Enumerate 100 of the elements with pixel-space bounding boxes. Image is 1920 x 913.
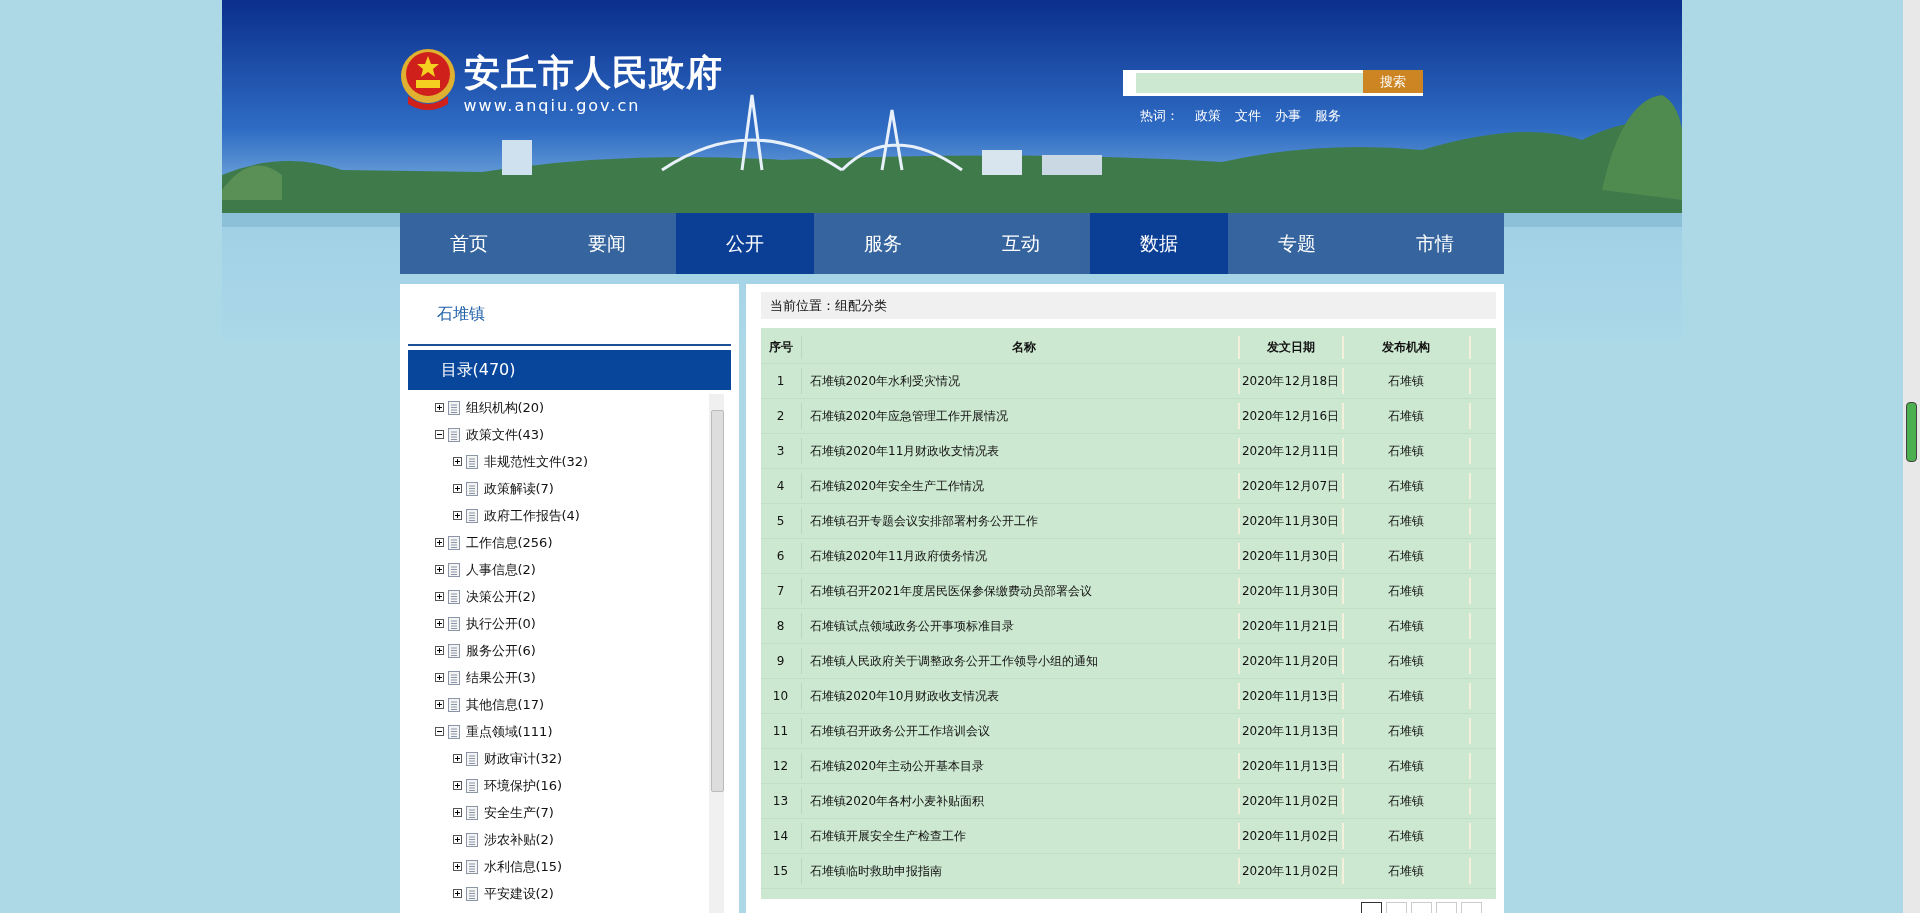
catalog-header: 目录(470) (407, 350, 731, 390)
table-cell: 9 (760, 648, 802, 674)
table-cell: 5 (760, 508, 802, 534)
tree-item[interactable]: 组织机构(20) (465, 398, 545, 417)
table-cell: 4 (760, 473, 802, 499)
table-cell: 12 (760, 753, 802, 779)
table-cell: 2020年12月11日 (1239, 438, 1344, 464)
tree-item[interactable]: 政策文件(43) (465, 425, 545, 444)
nav-item[interactable]: 要闻 (537, 213, 676, 274)
tree-item[interactable]: 决策公开(2) (465, 587, 536, 606)
column-header: 发布机构 (1343, 336, 1471, 359)
tree-item[interactable]: 涉农补贴(2) (483, 830, 554, 849)
tree-item[interactable]: 执行公开(0) (465, 614, 536, 633)
table-cell: 石堆镇 (1343, 753, 1471, 779)
table-link[interactable]: 石堆镇2020年各村小麦补贴面积 (801, 788, 1240, 814)
table-cell: 2020年12月18日 (1239, 368, 1344, 394)
sidebar-title: 石堆镇 (407, 284, 731, 346)
table-cell: 7 (760, 578, 802, 604)
table-link[interactable]: 石堆镇2020年11月政府债务情况 (801, 543, 1240, 569)
tree-item[interactable]: 财政审计(32) (483, 749, 563, 768)
nav-item[interactable]: 服务 (813, 213, 952, 274)
table-cell: 石堆镇 (1343, 473, 1471, 499)
tree-item[interactable]: 工作信息(256) (465, 533, 553, 552)
nav-item[interactable]: 公开 (675, 213, 814, 274)
table-cell: 2020年11月30日 (1239, 543, 1344, 569)
hot-word-link[interactable]: 文件 (1234, 107, 1261, 125)
table-link[interactable]: 石堆镇2020年10月财政收支情况表 (801, 683, 1240, 709)
column-header: 发文日期 (1239, 336, 1344, 359)
table-cell: 2020年11月02日 (1239, 788, 1344, 814)
tree-item[interactable]: 政府工作报告(4) (483, 506, 580, 525)
site-title: 安丘市人民政府 (463, 52, 723, 94)
table-link[interactable]: 石堆镇召开专题会议安排部署村务公开工作 (801, 508, 1240, 534)
table-link[interactable]: 石堆镇人民政府关于调整政务公开工作领导小组的通知 (801, 648, 1240, 674)
tree-item[interactable]: 平安建设(2) (483, 884, 554, 903)
table-cell: 石堆镇 (1343, 578, 1471, 604)
table-cell: 3 (760, 438, 802, 464)
tree-item[interactable]: 人事信息(2) (465, 560, 536, 579)
table-cell: 1 (760, 368, 802, 394)
table-cell: 石堆镇 (1343, 718, 1471, 744)
nav-item[interactable]: 首页 (399, 213, 538, 274)
table-cell: 2020年11月13日 (1239, 718, 1344, 744)
table-link[interactable]: 石堆镇召开2021年度居民医保参保缴费动员部署会议 (801, 578, 1240, 604)
hot-words-label: 热词： (1139, 107, 1179, 125)
table-cell: 石堆镇 (1343, 683, 1471, 709)
column-header: 名称 (801, 336, 1240, 359)
table-cell: 2020年11月13日 (1239, 753, 1344, 779)
table-cell: 2020年12月07日 (1239, 473, 1344, 499)
table-cell: 石堆镇 (1343, 648, 1471, 674)
table-cell: 11 (760, 718, 802, 744)
site-url: www.anqiu.gov.cn (463, 96, 642, 116)
table-cell: 石堆镇 (1343, 438, 1471, 464)
nav-item[interactable]: 市情 (1365, 213, 1504, 274)
nav-item[interactable]: 专题 (1227, 213, 1366, 274)
table-cell: 2020年11月20日 (1239, 648, 1344, 674)
table-cell: 2020年11月30日 (1239, 508, 1344, 534)
table-cell: 6 (760, 543, 802, 569)
table-cell: 2020年11月02日 (1239, 858, 1344, 884)
table-cell: 2020年11月02日 (1239, 823, 1344, 849)
hot-word-link[interactable]: 服务 (1314, 107, 1341, 125)
table-cell: 石堆镇 (1343, 858, 1471, 884)
hot-word-link[interactable]: 办事 (1274, 107, 1301, 125)
column-header: 序号 (760, 336, 802, 359)
table-cell: 石堆镇 (1343, 613, 1471, 639)
table-link[interactable]: 石堆镇2020年安全生产工作情况 (801, 473, 1240, 499)
tree-item[interactable]: 安全生产(7) (483, 803, 554, 822)
table-cell: 15 (760, 858, 802, 884)
table-link[interactable]: 石堆镇召开政务公开工作培训会议 (801, 718, 1240, 744)
tree-item[interactable]: 水利信息(15) (483, 857, 563, 876)
table-cell: 2020年11月30日 (1239, 578, 1344, 604)
table-cell: 2020年11月21日 (1239, 613, 1344, 639)
table-link[interactable]: 石堆镇2020年主动公开基本目录 (801, 753, 1240, 779)
table-cell: 8 (760, 613, 802, 639)
table-cell: 石堆镇 (1343, 508, 1471, 534)
table-cell: 14 (760, 823, 802, 849)
tree-item[interactable]: 结果公开(3) (465, 668, 536, 687)
nav-item[interactable]: 数据 (1089, 213, 1228, 274)
tree-item[interactable]: 服务公开(6) (465, 641, 536, 660)
nav-item[interactable]: 互动 (951, 213, 1090, 274)
tree-item[interactable]: 环境保护(16) (483, 776, 563, 795)
table-cell: 石堆镇 (1343, 543, 1471, 569)
tree-item[interactable]: 政策解读(7) (483, 479, 554, 498)
table-link[interactable]: 石堆镇试点领域政务公开事项标准目录 (801, 613, 1240, 639)
table-cell: 石堆镇 (1343, 788, 1471, 814)
table-cell: 2 (760, 403, 802, 429)
table-link[interactable]: 石堆镇2020年水利受灾情况 (801, 368, 1240, 394)
table-cell: 13 (760, 788, 802, 814)
table-link[interactable]: 石堆镇开展安全生产检查工作 (801, 823, 1240, 849)
hot-word-link[interactable]: 政策 (1194, 107, 1221, 125)
table-link[interactable]: 石堆镇2020年11月财政收支情况表 (801, 438, 1240, 464)
tree-item[interactable]: 非规范性文件(32) (483, 452, 589, 471)
table-cell: 石堆镇 (1343, 368, 1471, 394)
table-cell: 10 (760, 683, 802, 709)
table-link[interactable]: 石堆镇2020年应急管理工作开展情况 (801, 403, 1240, 429)
table-cell: 2020年11月13日 (1239, 683, 1344, 709)
table-cell: 石堆镇 (1343, 823, 1471, 849)
tree-item[interactable]: 重点领域(111) (465, 722, 553, 741)
table-link[interactable]: 石堆镇临时救助申报指南 (801, 858, 1240, 884)
table-cell: 2020年12月16日 (1239, 403, 1344, 429)
breadcrumb: 当前位置：组配分类 (760, 292, 1496, 319)
tree-item[interactable]: 其他信息(17) (465, 695, 545, 714)
